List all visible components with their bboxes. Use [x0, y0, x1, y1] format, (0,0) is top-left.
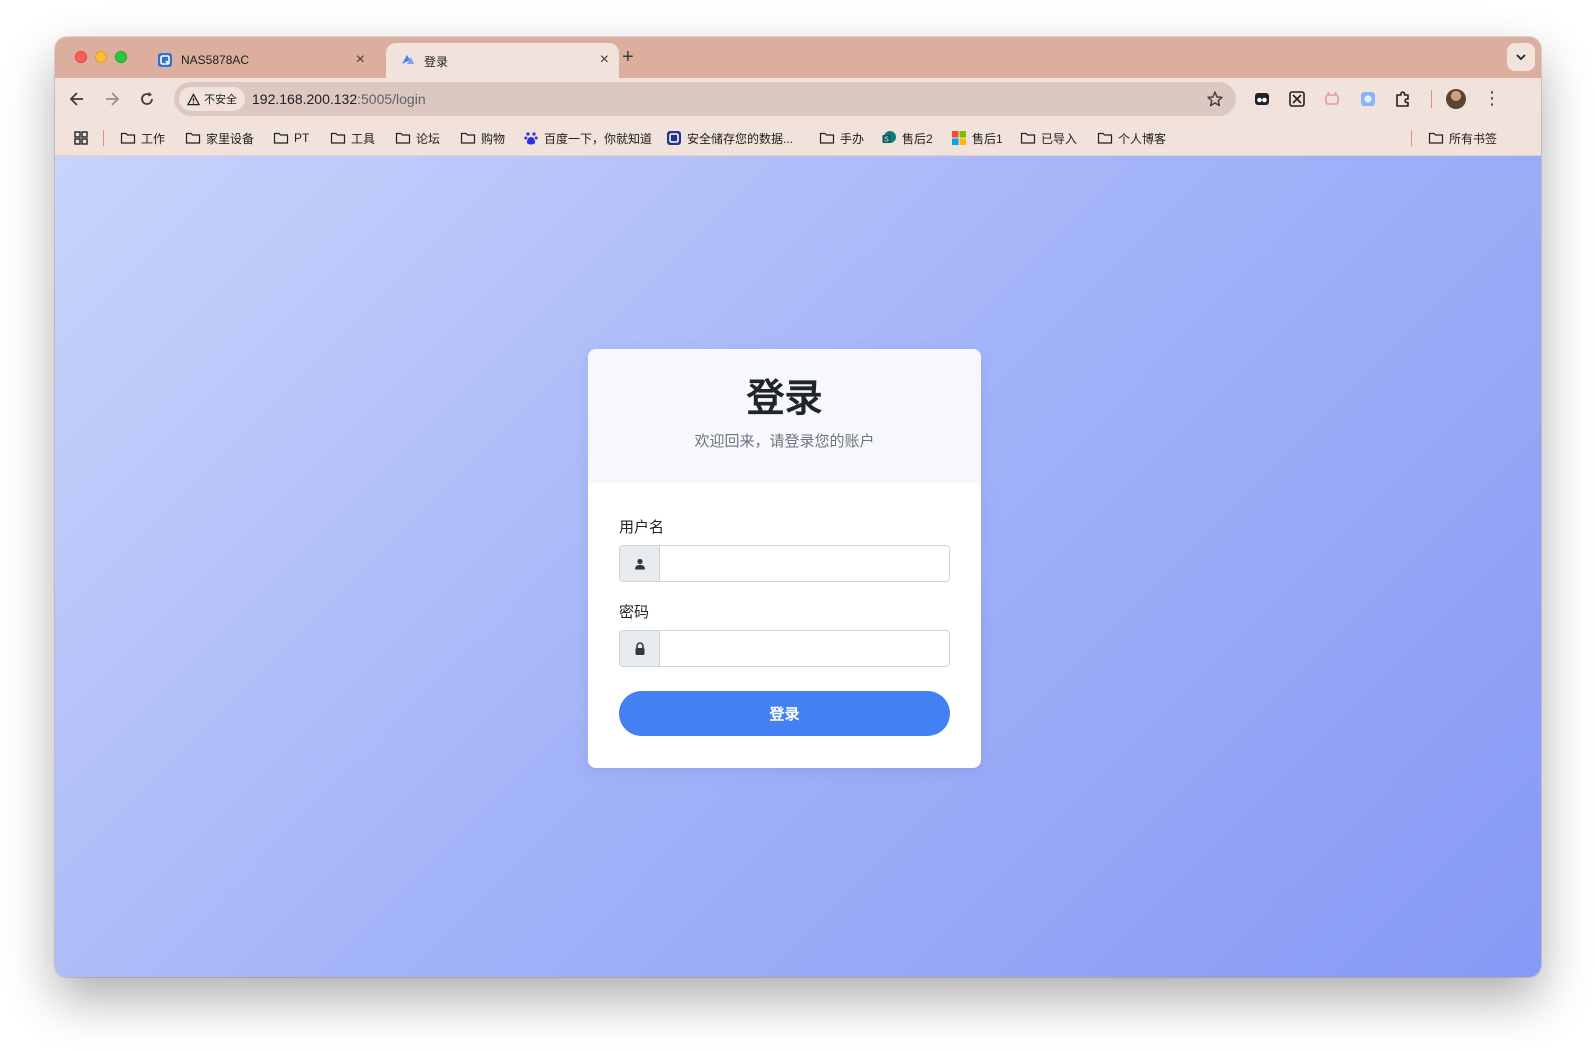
new-tab-button[interactable]: +: [622, 47, 634, 67]
chevron-down-icon: [1516, 54, 1526, 61]
bookmark-label: 百度一下，你就知道: [544, 131, 653, 146]
bookmarks-divider: [1411, 130, 1412, 146]
bookmark-folder-home-devices[interactable]: 家里设备: [185, 130, 254, 146]
bookmark-folder-work[interactable]: 工作: [120, 130, 165, 146]
login-button[interactable]: 登录: [619, 691, 950, 736]
password-label: 密码: [619, 604, 650, 621]
folder-icon: [819, 132, 835, 144]
password-addon: [620, 631, 660, 666]
login-favicon-icon: [402, 55, 414, 64]
bookmark-label: 售后1: [972, 131, 1003, 146]
svg-text:S: S: [884, 137, 889, 144]
page-title: 登录: [746, 378, 823, 420]
login-subtitle: 欢迎回来，请登录您的账户: [694, 433, 875, 450]
forward-arrow-icon[interactable]: [102, 89, 122, 109]
extension-sunglasses-icon[interactable]: [1252, 89, 1272, 109]
tab-login[interactable]: 登录 ×: [386, 43, 619, 78]
bookmark-aftersales-1[interactable]: 售后1: [951, 130, 1003, 146]
bookmark-folder-blog[interactable]: 个人博客: [1097, 130, 1166, 146]
bookmark-label: 安全储存您的数据...: [687, 131, 794, 146]
bookmark-baidu[interactable]: 百度一下，你就知道: [523, 130, 652, 146]
nas-icon: [667, 131, 681, 145]
bookmark-label: 手办: [840, 131, 865, 146]
bookmark-folder-shopping[interactable]: 购物: [460, 130, 505, 146]
maximize-window-button[interactable]: [115, 51, 127, 63]
bookmark-folder-forum[interactable]: 论坛: [395, 130, 440, 146]
user-icon: [634, 558, 645, 569]
bookmark-all-bookmarks[interactable]: 所有书签: [1428, 130, 1497, 146]
bookmark-folder-pt[interactable]: PT: [273, 130, 309, 146]
tab-nas[interactable]: NAS5878AC ×: [143, 43, 375, 78]
bookmark-label: 个人博客: [1118, 131, 1167, 146]
username-input[interactable]: [660, 546, 949, 581]
browser-menu-icon[interactable]: ⋮: [1483, 88, 1501, 108]
warning-icon: [187, 92, 200, 105]
bookmark-folder-tools[interactable]: 工具: [330, 130, 375, 146]
folder-icon: [395, 132, 411, 144]
bookmark-label: 售后2: [902, 131, 933, 146]
address-bar[interactable]: 不安全 192.168.200.132:5005/login: [174, 82, 1236, 116]
folder-icon: [185, 132, 201, 144]
username-addon: [620, 546, 660, 581]
bookmark-star-icon[interactable]: [1206, 90, 1224, 108]
reload-icon[interactable]: [137, 89, 157, 109]
password-input-group: [619, 630, 950, 667]
login-card: 登录 欢迎回来，请登录您的账户 用户名 密码 登录: [588, 349, 981, 768]
tab-close-icon[interactable]: ×: [600, 50, 609, 70]
tab-close-icon[interactable]: ×: [356, 50, 365, 70]
folder-icon: [330, 132, 346, 144]
username-input-group: [619, 545, 950, 582]
password-input[interactable]: [660, 631, 949, 666]
folder-icon: [120, 132, 136, 144]
sharepoint-icon: S: [882, 131, 896, 144]
apps-grid-icon[interactable]: [73, 130, 89, 146]
profile-avatar[interactable]: [1446, 89, 1466, 109]
folder-icon: [1428, 132, 1444, 144]
close-window-button[interactable]: [75, 51, 87, 63]
tab-title: 登录: [424, 55, 449, 69]
bookmark-label: PT: [294, 131, 310, 145]
lock-icon: [635, 641, 644, 655]
bookmark-folder-imported[interactable]: 已导入: [1020, 130, 1077, 146]
tab-strip: NAS5878AC × 登录 × +: [55, 37, 1541, 78]
security-label: 不安全: [204, 94, 237, 106]
url-text[interactable]: 192.168.200.132:5005/login: [252, 91, 426, 107]
baidu-icon: [524, 132, 538, 145]
bookmark-label: 已导入: [1041, 131, 1078, 146]
bookmark-label: 购物: [481, 131, 506, 146]
page-content: 登录 欢迎回来，请登录您的账户 用户名 密码 登录: [55, 156, 1541, 977]
security-chip[interactable]: 不安全: [179, 87, 245, 111]
folder-icon: [1020, 132, 1036, 144]
bookmark-aftersales-2[interactable]: S 售后2: [881, 130, 933, 146]
bookmark-folder-figures[interactable]: 手办: [819, 130, 864, 146]
toolbar: 不安全 192.168.200.132:5005/login ⋮: [55, 78, 1541, 120]
url-host: 192.168.200.132: [252, 91, 358, 107]
tab-search-button[interactable]: [1507, 43, 1535, 71]
username-label: 用户名: [619, 519, 665, 536]
folder-icon: [273, 132, 289, 144]
back-arrow-icon[interactable]: [67, 89, 87, 109]
url-path: :5005/login: [357, 91, 426, 107]
bookmarks-bar: 工作 家里设备 PT 工具 论坛 购物 百度一下，你就知道 安全储存您的数据..…: [55, 120, 1541, 156]
bookmark-label: 工具: [351, 131, 376, 146]
toolbar-divider: [1431, 90, 1432, 108]
microsoft-icon: [952, 131, 966, 145]
login-card-header: 登录 欢迎回来，请登录您的账户: [588, 349, 981, 483]
browser-window: NAS5878AC × 登录 × + 不安全 192.168.200.132:5…: [55, 37, 1541, 977]
tab-title: NAS5878AC: [181, 53, 250, 67]
bookmark-label: 工作: [141, 131, 166, 146]
nas-favicon-icon: [158, 53, 172, 67]
extension-blue-icon[interactable]: [1358, 89, 1378, 109]
bookmark-nas-storage[interactable]: 安全储存您的数据...: [666, 130, 793, 146]
bookmark-label: 所有书签: [1449, 131, 1498, 146]
extension-scissors-icon[interactable]: [1287, 89, 1307, 109]
bookmarks-divider: [103, 130, 104, 146]
minimize-window-button[interactable]: [95, 51, 107, 63]
extension-pink-icon[interactable]: [1322, 89, 1342, 109]
bookmark-label: 家里设备: [206, 131, 255, 146]
bookmark-label: 论坛: [416, 131, 441, 146]
folder-icon: [1097, 132, 1113, 144]
extensions-puzzle-icon[interactable]: [1393, 89, 1413, 109]
folder-icon: [460, 132, 476, 144]
